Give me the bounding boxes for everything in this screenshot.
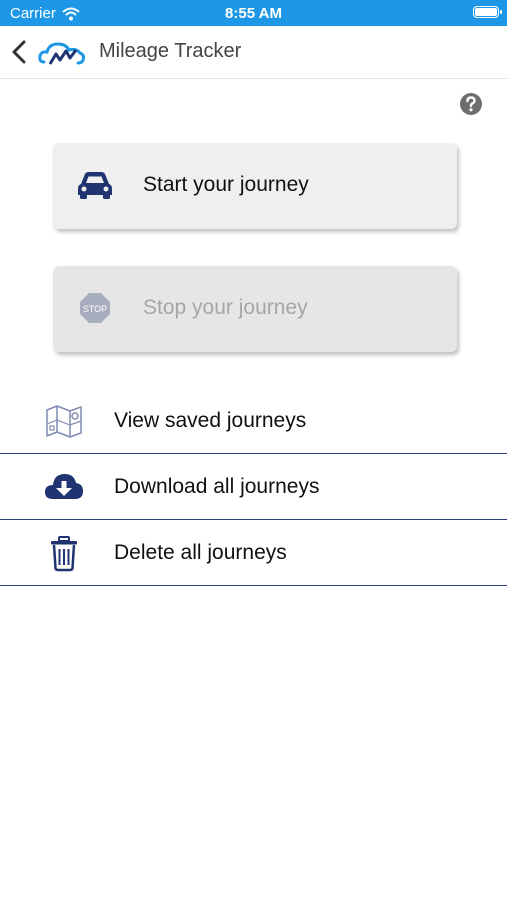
clock: 8:55 AM [225,5,282,22]
cloud-download-icon [45,474,83,499]
status-bar: Carrier 8:55 AM [0,0,507,26]
delete-all-journeys-label: Delete all journeys [114,541,287,564]
download-all-journeys-label: Download all journeys [114,475,320,498]
delete-all-journeys-item[interactable]: Delete all journeys [0,520,507,586]
battery-icon [473,6,502,18]
download-all-journeys-item[interactable]: Download all journeys [0,454,507,520]
page-title: Mileage Tracker [99,40,242,62]
app-logo-icon [38,42,86,65]
help-icon[interactable] [459,92,483,116]
start-journey-label: Start your journey [143,173,309,196]
view-saved-journeys-label: View saved journeys [114,409,307,432]
stop-sign-icon: STOP [80,293,110,323]
trash-icon [51,536,77,572]
navigation-bar: Mileage Tracker [0,26,507,79]
view-saved-journeys-item[interactable]: View saved journeys [0,388,507,454]
start-journey-button[interactable]: Start your journey [53,143,457,229]
car-icon [78,172,112,199]
map-icon [46,405,82,438]
stop-sign-text: STOP [83,304,107,314]
stop-journey-label: Stop your journey [143,296,308,319]
stop-journey-button: STOP Stop your journey [53,266,457,352]
back-chevron-icon[interactable] [8,37,30,67]
